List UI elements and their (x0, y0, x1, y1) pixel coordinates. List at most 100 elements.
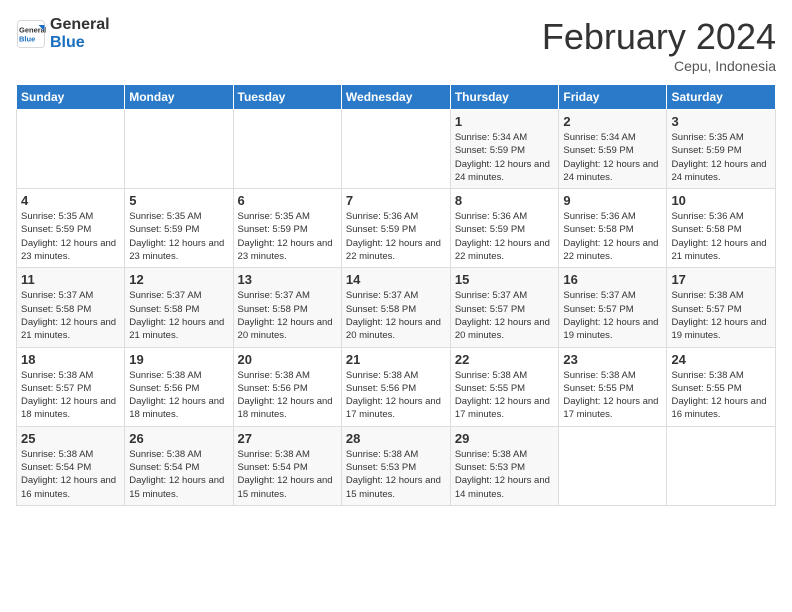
day-number: 29 (455, 431, 555, 446)
day-number: 25 (21, 431, 120, 446)
calendar-week-3: 11 Sunrise: 5:37 AMSunset: 5:58 PMDayligh… (17, 268, 776, 347)
day-info: Sunrise: 5:38 AMSunset: 5:56 PMDaylight:… (238, 369, 337, 422)
day-info: Sunrise: 5:38 AMSunset: 5:53 PMDaylight:… (346, 448, 446, 501)
calendar-cell: 8 Sunrise: 5:36 AMSunset: 5:59 PMDaylight… (450, 189, 559, 268)
day-number: 18 (21, 352, 120, 367)
logo-text: General Blue (50, 16, 110, 51)
header-day-wednesday: Wednesday (341, 85, 450, 110)
day-info: Sunrise: 5:37 AMSunset: 5:57 PMDaylight:… (455, 289, 555, 342)
day-info: Sunrise: 5:38 AMSunset: 5:56 PMDaylight:… (346, 369, 446, 422)
calendar-cell: 23Sunrise: 5:38 AMSunset: 5:55 PMDayligh… (559, 347, 667, 426)
calendar-cell (17, 110, 125, 189)
calendar-cell: 10Sunrise: 5:36 AMSunset: 5:58 PMDayligh… (667, 189, 776, 268)
calendar-cell: 29 Sunrise: 5:38 AMSunset: 5:53 PMDayligh… (450, 426, 559, 505)
day-number: 26 (129, 431, 228, 446)
day-number: 7 (346, 193, 446, 208)
calendar-table: SundayMondayTuesdayWednesdayThursdayFrid… (16, 84, 776, 506)
day-info: Sunrise: 5:38 AMSunset: 5:54 PMDaylight:… (21, 448, 120, 501)
calendar-week-2: 4 Sunrise: 5:35 AMSunset: 5:59 PMDaylight… (17, 189, 776, 268)
calendar-cell: 5Sunrise: 5:35 AMSunset: 5:59 PMDaylight… (125, 189, 233, 268)
day-number: 24 (671, 352, 771, 367)
calendar-cell: 14Sunrise: 5:37 AMSunset: 5:58 PMDayligh… (341, 268, 450, 347)
calendar-header-row: SundayMondayTuesdayWednesdayThursdayFrid… (17, 85, 776, 110)
logo-blue-text: Blue (50, 34, 110, 52)
calendar-cell: 15 Sunrise: 5:37 AMSunset: 5:57 PMDayligh… (450, 268, 559, 347)
calendar-cell: 18 Sunrise: 5:38 AMSunset: 5:57 PMDayligh… (17, 347, 125, 426)
day-number: 23 (563, 352, 662, 367)
day-number: 4 (21, 193, 120, 208)
day-info: Sunrise: 5:38 AMSunset: 5:56 PMDaylight:… (129, 369, 228, 422)
calendar-cell: 3 Sunrise: 5:35 AMSunset: 5:59 PMDaylight… (667, 110, 776, 189)
day-number: 16 (563, 272, 662, 287)
day-info: Sunrise: 5:37 AMSunset: 5:57 PMDaylight:… (563, 289, 662, 342)
day-info: Sunrise: 5:36 AMSunset: 5:58 PMDaylight:… (563, 210, 662, 263)
calendar-cell: 2 Sunrise: 5:34 AMSunset: 5:59 PMDaylight… (559, 110, 667, 189)
header-day-thursday: Thursday (450, 85, 559, 110)
day-number: 8 (455, 193, 555, 208)
day-info: Sunrise: 5:34 AMSunset: 5:59 PMDaylight:… (563, 131, 662, 184)
day-info: Sunrise: 5:35 AMSunset: 5:59 PMDaylight:… (129, 210, 228, 263)
day-number: 17 (671, 272, 771, 287)
calendar-cell: 4 Sunrise: 5:35 AMSunset: 5:59 PMDaylight… (17, 189, 125, 268)
day-info: Sunrise: 5:38 AMSunset: 5:55 PMDaylight:… (671, 369, 771, 422)
day-info: Sunrise: 5:38 AMSunset: 5:53 PMDaylight:… (455, 448, 555, 501)
calendar-cell (667, 426, 776, 505)
day-info: Sunrise: 5:38 AMSunset: 5:57 PMDaylight:… (671, 289, 771, 342)
calendar-cell: 20 Sunrise: 5:38 AMSunset: 5:56 PMDayligh… (233, 347, 341, 426)
day-number: 15 (455, 272, 555, 287)
day-number: 11 (21, 272, 120, 287)
day-number: 22 (455, 352, 555, 367)
day-info: Sunrise: 5:38 AMSunset: 5:54 PMDaylight:… (238, 448, 337, 501)
calendar-cell: 17 Sunrise: 5:38 AMSunset: 5:57 PMDayligh… (667, 268, 776, 347)
header-day-tuesday: Tuesday (233, 85, 341, 110)
day-number: 14 (346, 272, 446, 287)
svg-text:Blue: Blue (19, 34, 35, 43)
day-number: 9 (563, 193, 662, 208)
day-info: Sunrise: 5:37 AMSunset: 5:58 PMDaylight:… (238, 289, 337, 342)
day-number: 1 (455, 114, 555, 129)
day-info: Sunrise: 5:34 AMSunset: 5:59 PMDaylight:… (455, 131, 555, 184)
logo: General Blue General Blue (16, 16, 110, 51)
day-info: Sunrise: 5:36 AMSunset: 5:59 PMDaylight:… (455, 210, 555, 263)
calendar-cell: 16 Sunrise: 5:37 AMSunset: 5:57 PMDayligh… (559, 268, 667, 347)
day-number: 3 (671, 114, 771, 129)
day-number: 27 (238, 431, 337, 446)
calendar-cell: 22 Sunrise: 5:38 AMSunset: 5:55 PMDayligh… (450, 347, 559, 426)
day-info: Sunrise: 5:38 AMSunset: 5:57 PMDaylight:… (21, 369, 120, 422)
day-number: 10 (671, 193, 771, 208)
day-info: Sunrise: 5:37 AMSunset: 5:58 PMDaylight:… (129, 289, 228, 342)
day-info: Sunrise: 5:37 AMSunset: 5:58 PMDaylight:… (21, 289, 120, 342)
day-info: Sunrise: 5:38 AMSunset: 5:55 PMDaylight:… (455, 369, 555, 422)
calendar-cell (125, 110, 233, 189)
day-number: 12 (129, 272, 228, 287)
calendar-cell (233, 110, 341, 189)
calendar-cell: 1 Sunrise: 5:34 AMSunset: 5:59 PMDaylight… (450, 110, 559, 189)
calendar-cell: 13 Sunrise: 5:37 AMSunset: 5:58 PMDayligh… (233, 268, 341, 347)
title-block: February 2024 Cepu, Indonesia (542, 16, 776, 74)
day-number: 13 (238, 272, 337, 287)
day-number: 19 (129, 352, 228, 367)
calendar-cell (559, 426, 667, 505)
calendar-cell: 11 Sunrise: 5:37 AMSunset: 5:58 PMDayligh… (17, 268, 125, 347)
calendar-cell: 9 Sunrise: 5:36 AMSunset: 5:58 PMDaylight… (559, 189, 667, 268)
day-number: 28 (346, 431, 446, 446)
calendar-week-5: 25 Sunrise: 5:38 AMSunset: 5:54 PMDayligh… (17, 426, 776, 505)
day-info: Sunrise: 5:35 AMSunset: 5:59 PMDaylight:… (21, 210, 120, 263)
calendar-week-1: 1 Sunrise: 5:34 AMSunset: 5:59 PMDaylight… (17, 110, 776, 189)
calendar-cell: 25 Sunrise: 5:38 AMSunset: 5:54 PMDayligh… (17, 426, 125, 505)
day-info: Sunrise: 5:35 AMSunset: 5:59 PMDaylight:… (671, 131, 771, 184)
calendar-cell: 27 Sunrise: 5:38 AMSunset: 5:54 PMDayligh… (233, 426, 341, 505)
calendar-cell: 26Sunrise: 5:38 AMSunset: 5:54 PMDayligh… (125, 426, 233, 505)
day-number: 20 (238, 352, 337, 367)
calendar-cell: 24 Sunrise: 5:38 AMSunset: 5:55 PMDayligh… (667, 347, 776, 426)
day-number: 21 (346, 352, 446, 367)
calendar-cell: 12 Sunrise: 5:37 AMSunset: 5:58 PMDayligh… (125, 268, 233, 347)
day-number: 2 (563, 114, 662, 129)
header-day-monday: Monday (125, 85, 233, 110)
header-day-sunday: Sunday (17, 85, 125, 110)
calendar-cell (341, 110, 450, 189)
calendar-cell: 19 Sunrise: 5:38 AMSunset: 5:56 PMDayligh… (125, 347, 233, 426)
calendar-cell: 21 Sunrise: 5:38 AMSunset: 5:56 PMDayligh… (341, 347, 450, 426)
logo-general-text: General (50, 16, 110, 34)
calendar-cell: 7Sunrise: 5:36 AMSunset: 5:59 PMDaylight… (341, 189, 450, 268)
